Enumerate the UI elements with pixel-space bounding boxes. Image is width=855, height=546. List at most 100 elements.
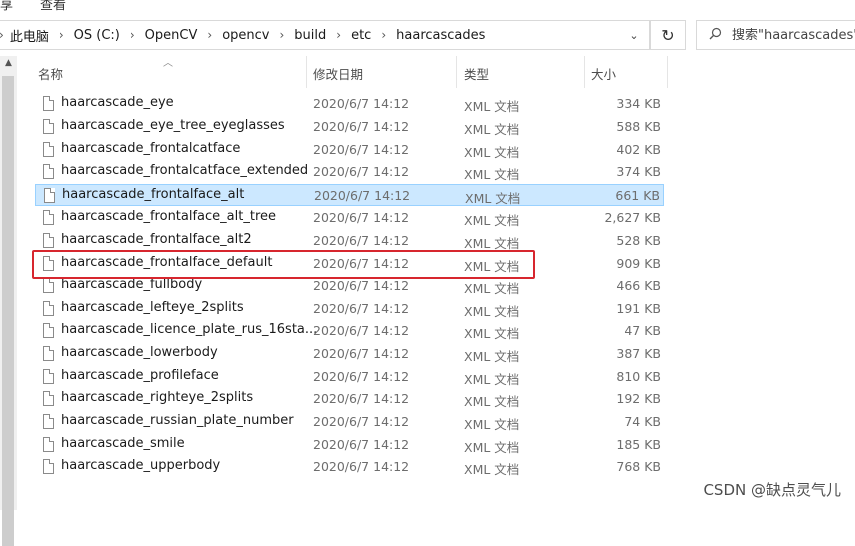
xml-file-icon: [43, 346, 54, 361]
breadcrumb-separator-icon[interactable]: ›: [53, 28, 70, 42]
file-row-selected[interactable]: haarcascade_frontalface_alt 2020/6/7 14:1…: [35, 184, 664, 206]
file-date: 2020/6/7 14:12: [313, 210, 410, 225]
column-header-name[interactable]: 名称: [38, 60, 306, 86]
breadcrumb-separator-icon[interactable]: ›: [330, 28, 347, 42]
xml-file-icon: [43, 233, 54, 248]
file-date: 2020/6/7 14:12: [313, 391, 410, 406]
column-divider[interactable]: [667, 56, 668, 88]
file-name: haarcascade_profileface: [61, 368, 219, 383]
file-row[interactable]: haarcascade_eye_tree_eyeglasses 2020/6/7 …: [35, 116, 664, 138]
file-type: XML 文档: [464, 167, 520, 182]
scroll-up-arrow-icon[interactable]: ▲: [0, 58, 17, 72]
breadcrumb-separator-icon[interactable]: ›: [124, 28, 141, 42]
file-type: XML 文档: [464, 99, 520, 114]
xml-file-icon: [43, 164, 54, 179]
file-row[interactable]: haarcascade_eye 2020/6/7 14:12 XML 文档 334 K…: [35, 93, 664, 115]
xml-file-icon: [43, 301, 54, 316]
address-row: › 此电脑 › OS (C:) › OpenCV › opencv › buil…: [0, 16, 855, 56]
file-row[interactable]: haarcascade_profileface 2020/6/7 14:12 XML…: [35, 366, 664, 388]
file-size: 588 KB: [616, 119, 661, 134]
xml-file-icon: [43, 414, 54, 429]
refresh-button[interactable]: ↻: [650, 20, 686, 50]
breadcrumb-this-pc[interactable]: 此电脑: [6, 26, 53, 45]
file-size: 466 KB: [616, 278, 661, 293]
column-header-size[interactable]: 大小: [591, 60, 667, 86]
scrollbar-thumb[interactable]: [2, 76, 14, 546]
file-type: XML 文档: [464, 440, 520, 455]
address-bar[interactable]: › 此电脑 › OS (C:) › OpenCV › opencv › buil…: [0, 20, 650, 50]
file-size: 402 KB: [616, 142, 661, 157]
file-row[interactable]: haarcascade_licence_plate_rus_16sta... 20…: [35, 320, 664, 342]
file-date: 2020/6/7 14:12: [313, 233, 410, 248]
column-header-type[interactable]: 类型: [464, 60, 584, 86]
file-size: 661 KB: [615, 188, 660, 203]
file-row[interactable]: haarcascade_frontalcatface_extended 2020/…: [35, 161, 664, 183]
file-row[interactable]: haarcascade_frontalface_alt2 2020/6/7 14:…: [35, 230, 664, 252]
breadcrumb-etc[interactable]: etc: [347, 28, 375, 43]
column-header-date[interactable]: 修改日期: [313, 60, 456, 86]
file-name: haarcascade_eye: [61, 95, 174, 110]
file-size: 191 KB: [616, 301, 661, 316]
breadcrumb-haarcascades[interactable]: haarcascades: [392, 28, 489, 43]
breadcrumb-separator-icon[interactable]: ›: [375, 28, 392, 42]
xml-file-icon: [43, 391, 54, 406]
search-icon: [709, 27, 722, 44]
breadcrumb-separator-icon[interactable]: ›: [201, 28, 218, 42]
file-size: 334 KB: [616, 96, 661, 111]
file-date: 2020/6/7 14:12: [313, 369, 410, 384]
file-row[interactable]: haarcascade_righteye_2splits 2020/6/7 14:…: [35, 388, 664, 410]
column-divider[interactable]: [306, 56, 307, 88]
file-date: 2020/6/7 14:12: [313, 437, 410, 452]
file-size: 2,627 KB: [604, 210, 661, 225]
file-type: XML 文档: [465, 191, 521, 206]
file-row[interactable]: haarcascade_smile 2020/6/7 14:12 XML 文档 185…: [35, 434, 664, 456]
file-row[interactable]: haarcascade_frontalcatface 2020/6/7 14:12…: [35, 139, 664, 161]
file-date: 2020/6/7 14:12: [314, 188, 411, 203]
file-type: XML 文档: [464, 122, 520, 137]
xml-file-icon: [43, 278, 54, 293]
search-input[interactable]: [732, 27, 855, 43]
breadcrumb-opencv-root[interactable]: OpenCV: [141, 28, 202, 43]
file-row[interactable]: haarcascade_upperbody 2020/6/7 14:12 XML 文…: [35, 456, 664, 478]
file-size: 74 KB: [624, 414, 661, 429]
watermark: CSDN @缺点灵气儿: [703, 481, 841, 499]
file-name: haarcascade_lefteye_2splits: [61, 300, 244, 315]
file-type: XML 文档: [464, 304, 520, 319]
xml-file-icon: [43, 369, 54, 384]
ribbon-remnant: 享 查看: [0, 0, 855, 16]
file-date: 2020/6/7 14:12: [313, 278, 410, 293]
ribbon-tab-view[interactable]: 查看: [40, 0, 66, 13]
breadcrumb-build[interactable]: build: [290, 28, 330, 43]
file-row[interactable]: haarcascade_lefteye_2splits 2020/6/7 14:1…: [35, 298, 664, 320]
xml-file-icon: [44, 188, 55, 203]
annotation-highlight-box: [32, 250, 535, 279]
xml-file-icon: [43, 210, 54, 225]
file-type: XML 文档: [464, 326, 520, 341]
file-name: haarcascade_frontalface_alt: [62, 187, 245, 202]
file-type: XML 文档: [464, 462, 520, 477]
breadcrumb-os-c[interactable]: OS (C:): [70, 28, 124, 43]
xml-file-icon: [43, 96, 54, 111]
search-box[interactable]: [696, 20, 855, 50]
chevron-down-icon[interactable]: ⌄: [619, 21, 649, 49]
file-name: haarcascade_frontalface_alt_tree: [61, 209, 277, 224]
file-row[interactable]: haarcascade_russian_plate_number 2020/6/7…: [35, 411, 664, 433]
file-name: haarcascade_righteye_2splits: [61, 390, 254, 405]
file-date: 2020/6/7 14:12: [313, 119, 410, 134]
file-type: XML 文档: [464, 349, 520, 364]
xml-file-icon: [43, 142, 54, 157]
column-divider[interactable]: [456, 56, 457, 88]
column-divider[interactable]: [584, 56, 585, 88]
file-date: 2020/6/7 14:12: [313, 164, 410, 179]
refresh-icon: ↻: [661, 25, 675, 45]
breadcrumb-separator-icon[interactable]: ›: [273, 28, 290, 42]
file-row[interactable]: haarcascade_frontalface_alt_tree 2020/6/7…: [35, 207, 664, 229]
ribbon-tab-share[interactable]: 享: [0, 0, 13, 13]
file-name: haarcascade_fullbody: [61, 277, 203, 292]
file-date: 2020/6/7 14:12: [313, 96, 410, 111]
file-size: 192 KB: [616, 391, 661, 406]
vertical-scrollbar[interactable]: ▲: [0, 56, 17, 546]
file-row[interactable]: haarcascade_lowerbody 2020/6/7 14:12 XML 文…: [35, 343, 664, 365]
breadcrumb-opencv[interactable]: opencv: [218, 28, 273, 43]
file-name: haarcascade_smile: [61, 436, 185, 451]
